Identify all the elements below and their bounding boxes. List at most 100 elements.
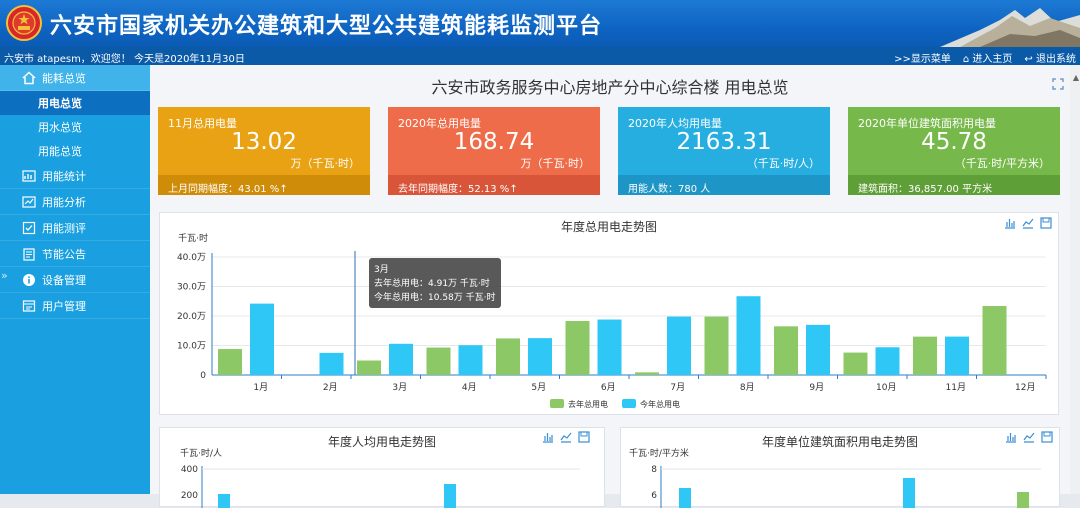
card-footer: 用能人数：780 人 [618, 175, 830, 195]
x-tick-label: 4月 [462, 382, 477, 393]
user-admin-icon [22, 299, 36, 312]
sidebar-item-device-management[interactable]: 设备管理 [0, 267, 150, 293]
logout-icon: ↩ [1024, 54, 1033, 65]
page-title: 六安市政务服务中心房地产分中心综合楼 用电总览 [431, 78, 789, 97]
sidebar-item-energy-stats[interactable]: 用能统计 [0, 163, 150, 189]
tooltip-title: 3月 [374, 264, 389, 275]
scroll-up-icon[interactable]: ▲ [1073, 73, 1079, 82]
bar-last-year [218, 349, 242, 375]
per-area-chart-panel: 年度单位建筑面积用电走势图 千瓦·时/平方米 8 6 [620, 427, 1060, 508]
sidebar-toggle-button[interactable]: » [1, 269, 8, 282]
app-header: 六安市国家机关办公建筑和大型公共建筑能耗监测平台 [0, 0, 1080, 47]
card-value: 168.74 [453, 129, 535, 155]
bar-last-year [496, 338, 520, 375]
x-tick-label: 7月 [670, 382, 685, 393]
annual-electricity-chart-panel: 年度总用电走势图 千瓦·时 0 10.0万 20.0万 30.0万 40.0万 1月 2月 3月… [159, 212, 1059, 415]
bar [1017, 492, 1029, 508]
per-area-bar-chart: 千瓦·时/平方米 8 6 [629, 447, 1041, 508]
sidebar-item-energy-use-overview[interactable]: 用能总览 [0, 139, 150, 163]
status-bar: 六安市 atapesm，欢迎您！ 今天是2020年11月30日 >>显示菜单 ⌂… [0, 47, 1080, 65]
sidebar-item-electricity-overview[interactable]: 用电总览 [0, 91, 150, 115]
bar-last-year [982, 305, 1007, 375]
home-link[interactable]: ⌂ 进入主页 [963, 50, 1013, 65]
legend-label: 今年总用电 [640, 399, 680, 409]
bar-last-year [635, 372, 659, 375]
y-tick-label: 8 [651, 465, 657, 475]
bar-this-year [667, 316, 691, 375]
logout-link[interactable]: ↩ 退出系统 [1024, 50, 1076, 65]
y-tick-label: 200 [181, 491, 198, 501]
bar-last-year [704, 316, 729, 375]
bar-this-year [875, 347, 900, 375]
y-tick-label: 400 [181, 465, 198, 475]
card-unit: 万（千瓦·时） [290, 157, 361, 170]
home-icon [22, 70, 36, 84]
per-capita-bar-chart: 千瓦·时/人 400 200 [180, 447, 580, 508]
bar-this-year [319, 352, 344, 375]
y-axis-unit: 千瓦·时 [178, 232, 208, 244]
up-arrow-icon: ↑ [279, 184, 288, 195]
bar-last-year [843, 352, 868, 375]
card-per-area: 2020年单位建筑面积用电量 45.78 （千瓦·时/平方米） 建筑面积：36,… [848, 107, 1060, 195]
card-value: 45.78 [921, 129, 987, 155]
card-footer: 上月同期幅度：43.01 %↑ [158, 175, 370, 195]
bar-last-year [565, 321, 590, 375]
card-unit: 万（千瓦·时） [520, 157, 591, 170]
per-capita-chart-panel: 年度人均用电走势图 千瓦·时/人 400 200 [159, 427, 605, 508]
x-tick-label: 8月 [740, 382, 755, 393]
x-tick-label: 6月 [601, 382, 616, 393]
sidebar-item-water-overview[interactable]: 用水总览 [0, 115, 150, 139]
sidebar-item-user-management[interactable]: 用户管理 [0, 293, 150, 319]
bar-this-year [736, 296, 761, 375]
tooltip-line: 去年总用电：4.91万 千瓦·时 [374, 277, 490, 289]
y-tick-label: 0 [200, 371, 206, 381]
welcome-text: 六安市 atapesm，欢迎您！ 今天是2020年11月30日 [4, 54, 245, 65]
x-tick-label: 5月 [531, 382, 546, 393]
card-unit: （千瓦·时/平方米） [954, 157, 1050, 170]
x-tick-label: 3月 [392, 382, 407, 393]
bar-this-year [806, 324, 830, 375]
legend-swatch [622, 399, 636, 408]
sidebar-section-energy-overview[interactable]: 能耗总览 [0, 65, 150, 91]
bar-last-year [426, 347, 451, 375]
y-tick-label: 20.0万 [177, 312, 206, 322]
bar-this-year [945, 336, 969, 375]
show-menu-link[interactable]: >>显示菜单 [894, 50, 951, 65]
x-tick-label: 1月 [253, 382, 268, 393]
evaluate-icon [22, 221, 36, 234]
card-month-total: 11月总用电量 13.02 万（千瓦·时） 上月同期幅度：43.01 %↑ [158, 107, 370, 195]
bar-this-year [597, 319, 622, 375]
sidebar-item-energy-evaluation[interactable]: 用能测评 [0, 215, 150, 241]
notice-icon [23, 247, 35, 261]
national-emblem-icon [6, 5, 42, 41]
sidebar-section-label: 能耗总览 [42, 71, 86, 85]
x-tick-label: 2月 [323, 382, 338, 393]
y-tick-label: 10.0万 [177, 342, 206, 352]
y-axis-unit: 千瓦·时/平方米 [629, 447, 689, 459]
bar-last-year [357, 360, 381, 375]
bar [218, 494, 230, 508]
app-title: 六安市国家机关办公建筑和大型公共建筑能耗监测平台 [50, 14, 603, 39]
bar-this-year [250, 303, 274, 375]
fullscreen-icon[interactable] [1052, 78, 1064, 90]
y-tick-label: 6 [651, 491, 657, 501]
main-content: 六安市政务服务中心房地产分中心综合楼 用电总览 ▲ 11月总用电量 13.02 … [150, 65, 1080, 508]
bar [679, 488, 691, 508]
vertical-scrollbar[interactable]: ▲ [1070, 65, 1080, 494]
annual-electricity-bar-chart: 千瓦·时 0 10.0万 20.0万 30.0万 40.0万 1月 2月 3月 4月 5月 6月 7月 8… [177, 232, 1047, 409]
card-value: 2163.31 [676, 129, 772, 155]
analysis-icon [22, 195, 36, 208]
legend-swatch [550, 399, 564, 408]
bar-last-year [913, 336, 937, 375]
card-footer: 建筑面积：36,857.00 平方米 [848, 175, 1060, 195]
card-value: 13.02 [231, 129, 297, 155]
up-arrow-icon: ↑ [509, 184, 518, 195]
y-tick-label: 30.0万 [177, 283, 206, 293]
card-per-capita: 2020年人均用电量 2163.31 （千瓦·时/人） 用能人数：780 人 [618, 107, 830, 195]
card-unit: （千瓦·时/人） [746, 157, 820, 170]
bar-this-year [389, 343, 413, 375]
sidebar-item-energy-analysis[interactable]: 用能分析 [0, 189, 150, 215]
info-icon [23, 273, 35, 286]
mountain-decoration [940, 8, 1080, 47]
sidebar-item-energy-notice[interactable]: 节能公告 [0, 241, 150, 267]
